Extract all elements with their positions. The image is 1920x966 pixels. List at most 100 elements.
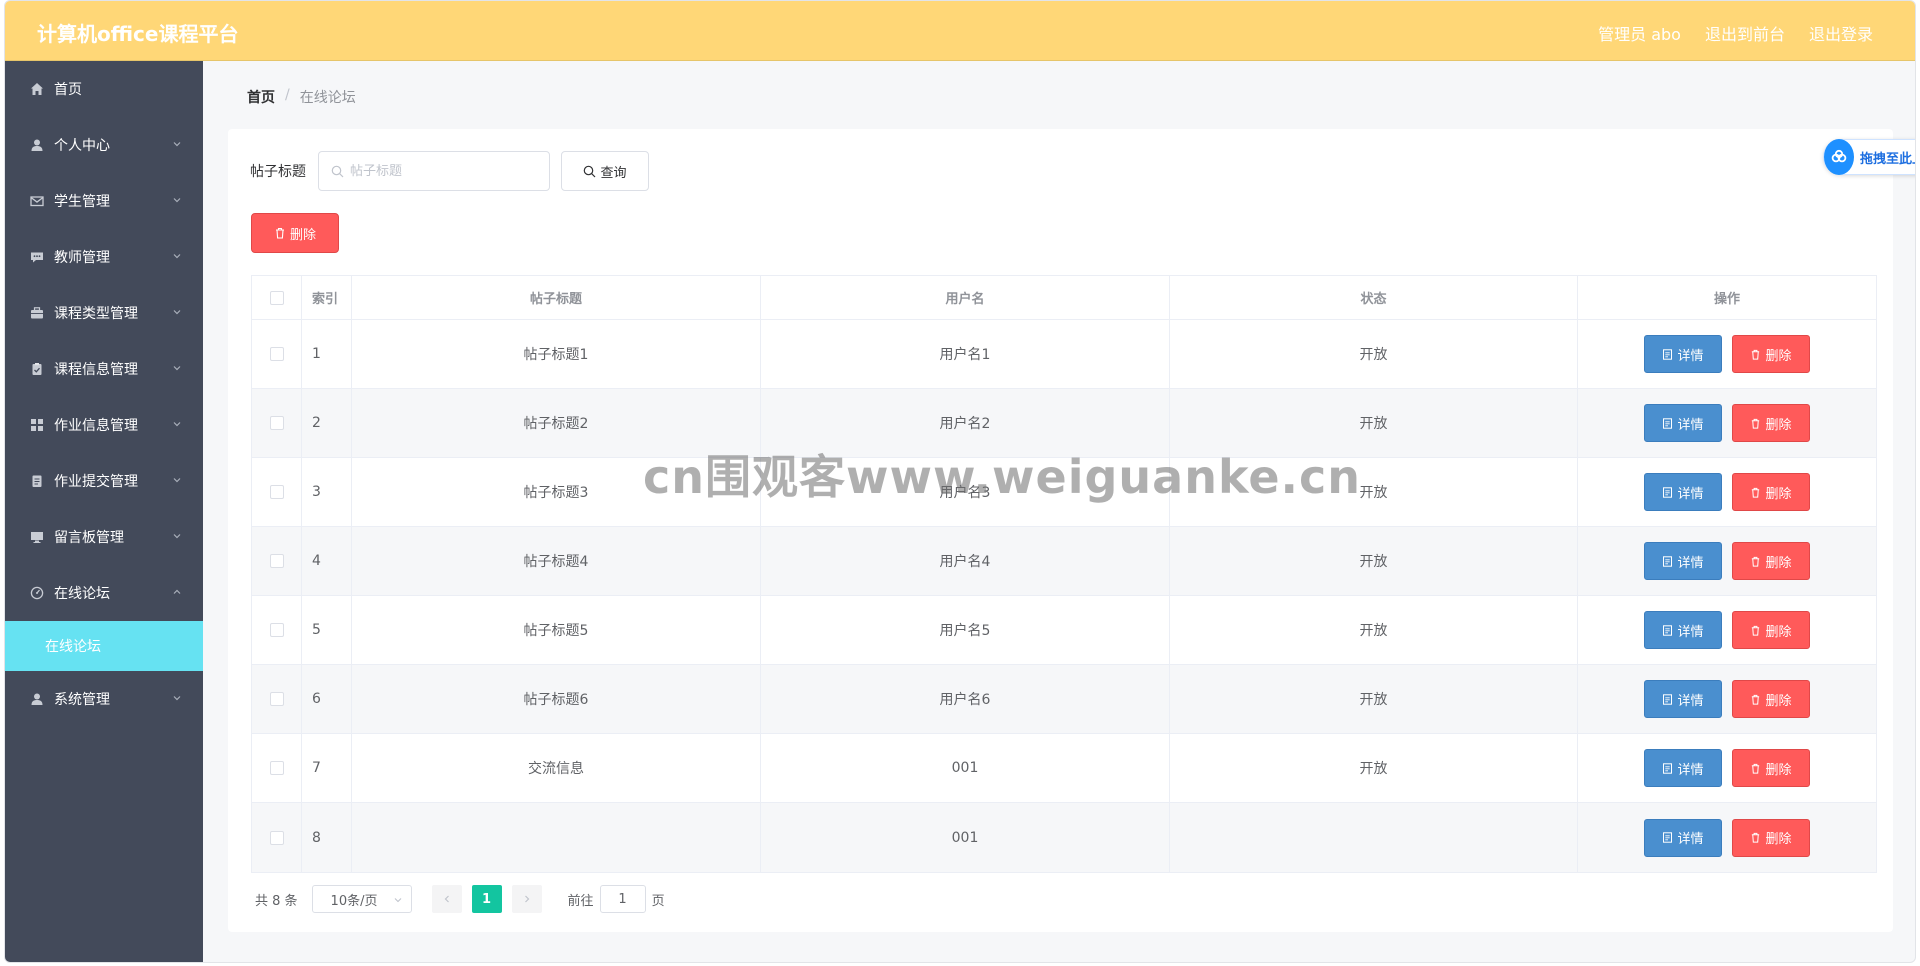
chevron-left-icon <box>444 895 449 903</box>
prev-page-button[interactable] <box>431 885 462 913</box>
table-header-row: 索引 帖子标题 用户名 状态 操作 <box>252 276 1876 320</box>
sidebar-item-homework-submit-management[interactable]: 作业提交管理 <box>5 453 203 509</box>
row-checkbox[interactable] <box>269 485 284 499</box>
sidebar-item-personal-center[interactable]: 个人中心 <box>5 117 203 173</box>
detail-button[interactable]: 详情 <box>1644 473 1722 511</box>
search-button[interactable]: 查询 <box>561 151 649 191</box>
drag-drop-widget[interactable]: 拖拽至此上 <box>1823 139 1915 175</box>
detail-button-label: 详情 <box>1677 348 1704 364</box>
delete-button[interactable]: 删除 <box>1732 611 1810 649</box>
sidebar-item-online-forum[interactable]: 在线论坛 <box>5 565 203 621</box>
row-checkbox[interactable] <box>269 554 284 568</box>
delete-button[interactable]: 删除 <box>1732 749 1810 787</box>
pagination-total: 共 8 条 <box>255 893 298 909</box>
delete-button-label: 删除 <box>1765 348 1792 364</box>
sidebar-item-student-management[interactable]: 学生管理 <box>5 173 203 229</box>
delete-button-label: 删除 <box>1765 832 1792 847</box>
page-number-current[interactable]: 1 <box>471 885 502 913</box>
column-header-title: 帖子标题 <box>352 276 761 319</box>
table-row: 7 交流信息 001 开放 详情 删除 <box>252 734 1876 803</box>
delete-button[interactable]: 删除 <box>1732 818 1810 857</box>
delete-button[interactable]: 删除 <box>1732 404 1810 442</box>
row-index: 3 <box>302 458 352 526</box>
detail-button-label: 详情 <box>1677 624 1704 640</box>
row-checkbox[interactable] <box>269 623 284 637</box>
search-button-label: 查询 <box>600 165 627 181</box>
row-username: 用户名3 <box>761 458 1170 526</box>
app-title: 计算机office课程平台 <box>37 22 239 46</box>
row-checkbox[interactable] <box>269 692 284 706</box>
trash-icon <box>1752 694 1760 705</box>
goto-page-suffix: 页 <box>651 893 665 909</box>
delete-button-label: 删除 <box>1765 417 1792 433</box>
detail-button[interactable]: 详情 <box>1644 335 1722 373</box>
sidebar-item-home[interactable]: 首页 <box>5 61 203 117</box>
sidebar-item-teacher-management[interactable]: 教师管理 <box>5 229 203 285</box>
detail-button-label: 详情 <box>1677 762 1704 778</box>
detail-button[interactable]: 详情 <box>1644 404 1722 442</box>
select-all-checkbox[interactable] <box>269 290 284 305</box>
trash-icon <box>1752 487 1760 498</box>
detail-button-label: 详情 <box>1677 693 1704 709</box>
row-status: 开放 <box>1170 527 1578 595</box>
row-status: 开放 <box>1170 458 1578 526</box>
row-checkbox[interactable] <box>269 761 284 775</box>
sidebar-subitem-online-forum[interactable]: 在线论坛 <box>5 621 203 671</box>
sidebar-item-course-type-management[interactable]: 课程类型管理 <box>5 285 203 341</box>
sidebar-item-label: 教师管理 <box>54 250 110 266</box>
row-title: 帖子标题5 <box>352 596 761 664</box>
detail-button[interactable]: 详情 <box>1644 680 1722 718</box>
header-actions: 管理员 abo 退出到前台 退出登录 <box>1598 21 1873 45</box>
detail-button[interactable]: 详情 <box>1644 818 1722 857</box>
detail-button[interactable]: 详情 <box>1644 542 1722 580</box>
row-checkbox[interactable] <box>269 347 284 361</box>
chevron-down-icon <box>394 898 401 903</box>
trash-icon <box>1752 832 1760 843</box>
delete-button[interactable]: 删除 <box>1732 335 1810 373</box>
row-status: 开放 <box>1170 596 1578 664</box>
detail-button[interactable]: 详情 <box>1644 611 1722 649</box>
admin-user-link[interactable]: 管理员 abo <box>1598 21 1681 45</box>
logout-link[interactable]: 退出登录 <box>1809 21 1873 45</box>
row-username: 用户名4 <box>761 527 1170 595</box>
delete-button-label: 删除 <box>1765 624 1792 640</box>
goto-page-input[interactable] <box>599 885 646 913</box>
trash-icon <box>1752 349 1760 360</box>
clipboard-icon <box>29 361 45 377</box>
chevron-down-icon <box>173 254 181 259</box>
batch-delete-label: 删除 <box>289 227 316 243</box>
row-title <box>352 803 761 872</box>
document-icon <box>1663 762 1673 774</box>
batch-delete-button[interactable]: 删除 <box>251 213 339 253</box>
delete-button[interactable]: 删除 <box>1732 542 1810 580</box>
sidebar-item-label: 首页 <box>54 82 82 98</box>
top-header: 计算机office课程平台 管理员 abo 退出到前台 退出登录 <box>5 1 1915 61</box>
briefcase-icon <box>29 305 45 321</box>
delete-button[interactable]: 删除 <box>1732 473 1810 511</box>
next-page-button[interactable] <box>511 885 542 913</box>
document-icon <box>1663 693 1673 705</box>
detail-button-label: 详情 <box>1677 832 1704 847</box>
row-checkbox[interactable] <box>269 830 284 845</box>
breadcrumb-home[interactable]: 首页 <box>247 87 275 107</box>
row-username: 用户名5 <box>761 596 1170 664</box>
sidebar-item-homework-info-management[interactable]: 作业信息管理 <box>5 397 203 453</box>
column-header-index: 索引 <box>302 276 352 319</box>
detail-button-label: 详情 <box>1677 555 1704 571</box>
row-index: 5 <box>302 596 352 664</box>
sidebar-item-course-info-management[interactable]: 课程信息管理 <box>5 341 203 397</box>
sidebar-item-message-board-management[interactable]: 留言板管理 <box>5 509 203 565</box>
search-field[interactable] <box>318 151 550 191</box>
gauge-icon <box>29 585 45 601</box>
page-size-select[interactable]: 10条/页 <box>311 885 412 913</box>
sidebar-item-label: 作业提交管理 <box>54 474 138 490</box>
detail-button[interactable]: 详情 <box>1644 749 1722 787</box>
delete-button-label: 删除 <box>1765 762 1792 778</box>
back-to-front-link[interactable]: 退出到前台 <box>1705 21 1785 45</box>
row-username: 用户名1 <box>761 320 1170 388</box>
document-icon <box>1663 417 1673 429</box>
delete-button[interactable]: 删除 <box>1732 680 1810 718</box>
row-checkbox[interactable] <box>269 416 284 430</box>
search-input[interactable] <box>350 163 540 179</box>
sidebar-item-system-management[interactable]: 系统管理 <box>5 671 203 727</box>
